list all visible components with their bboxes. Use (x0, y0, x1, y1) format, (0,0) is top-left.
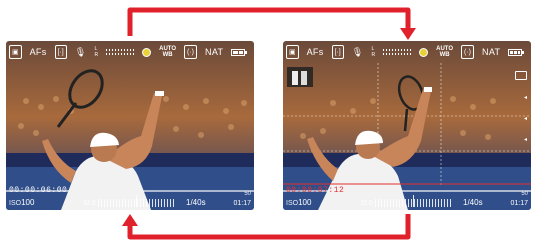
white-balance-indicator: AUTO WB (159, 45, 176, 59)
exposure-icon: ◂ (523, 116, 527, 122)
af-mode-icon: ▣ (9, 45, 22, 59)
wb-label: WB (439, 52, 450, 58)
camera-screen-live: ▣ AFs [·] 🎙 L R AUTO WB (·) NAT 00:00:06:… (6, 41, 254, 210)
arrow-bottom (127, 214, 411, 240)
stabilization-icon: (·) (461, 45, 475, 59)
display-icon (515, 71, 527, 80)
exposure-scale (375, 195, 453, 207)
focus-peaking-icon (142, 47, 152, 57)
af-label: AFs (306, 47, 324, 57)
face-detect-icon: [·] (331, 45, 344, 59)
film-profile-label: NAT (205, 47, 224, 57)
iso-indicator: ISO100 (286, 198, 311, 207)
tennis-player-scene (283, 41, 531, 210)
timecode: 00:00:06:00 (9, 186, 68, 195)
shutter-indicator: 1/40s (463, 198, 483, 207)
arrow-top (127, 7, 411, 36)
tennis-player-scene (6, 41, 254, 210)
af-label: AFs (29, 47, 47, 57)
shutter-unit: s (201, 198, 206, 207)
remaining-time: 01:17 (510, 200, 528, 207)
battery-icon (231, 48, 248, 56)
arrowhead-top (400, 28, 416, 40)
side-indicators: ◂ ◂ ◂ (515, 71, 527, 143)
level-icon: ◂ (523, 137, 527, 143)
audio-r-label: R (371, 52, 376, 58)
iso-value: 100 (298, 198, 312, 207)
iso-key: ISO (286, 200, 299, 207)
aperture-value: f2.0 (361, 200, 373, 207)
arrowhead-bottom (122, 214, 138, 226)
audio-level-meter (383, 49, 412, 55)
exposure-scale (98, 195, 176, 207)
battery-icon (508, 48, 525, 56)
zoom-icon: ◂ (523, 95, 527, 101)
audio-channels: L R (372, 46, 376, 58)
audio-r-label: R (94, 52, 99, 58)
audio-channels: L R (95, 46, 99, 58)
aperture-value: f2.0 (84, 200, 96, 207)
remaining-time: 01:17 (233, 200, 251, 207)
wb-label: WB (162, 52, 173, 58)
camera-screen-recording: ▣ AFs [·] 🎙 L R AUTO WB (·) NAT ◂ ◂ ◂ 00:… (283, 41, 531, 210)
iso-value: 100 (21, 198, 35, 207)
iso-key: ISO (9, 200, 22, 207)
frame-rate: 50 (521, 191, 528, 197)
shutter-speed: 1/40 (463, 198, 479, 207)
microphone-icon: 🎙 (74, 46, 87, 57)
film-profile-label: NAT (482, 47, 501, 57)
recording-timecode: 00:00:07:12 (286, 186, 345, 195)
microphone-icon: 🎙 (351, 46, 364, 57)
focus-peaking-icon (419, 47, 429, 57)
white-balance-indicator: AUTO WB (436, 45, 453, 59)
frame-rate: 50 (244, 191, 251, 197)
iso-indicator: ISO100 (9, 198, 34, 207)
af-mode-icon: ▣ (286, 45, 299, 59)
audio-level-meter (106, 49, 135, 55)
stabilization-icon: (·) (184, 45, 198, 59)
shutter-unit: s (478, 198, 483, 207)
face-detect-icon: [·] (54, 45, 67, 59)
shutter-speed: 1/40 (186, 198, 202, 207)
shutter-indicator: 1/40s (186, 198, 206, 207)
